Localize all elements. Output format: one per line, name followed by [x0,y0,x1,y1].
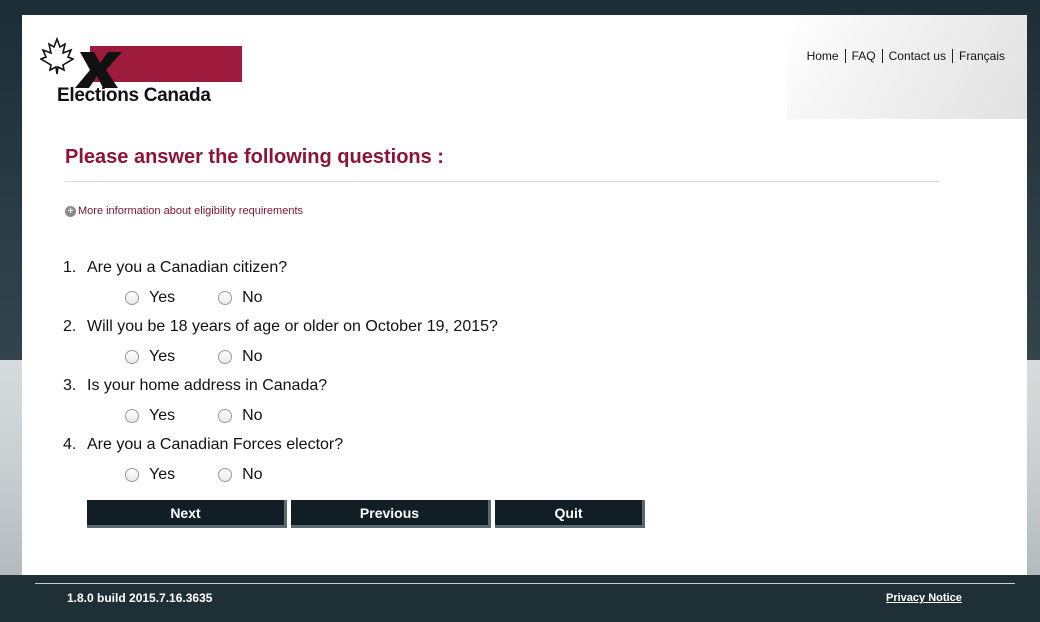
plus-circle-icon: + [65,205,76,217]
question-2: 2. Will you be 18 years of age or older o… [63,318,498,336]
question-text: Will you be 18 years of age or older on … [87,318,498,335]
option-no[interactable]: No [218,289,263,307]
option-label: No [242,289,263,306]
option-yes[interactable]: Yes [125,289,175,307]
option-no[interactable]: No [218,348,263,366]
page-title: Please answer the following questions : [65,146,444,168]
quit-button[interactable]: Quit [495,500,645,528]
option-label: Yes [149,289,176,306]
nav-francais[interactable]: Français [953,49,1011,63]
option-label: Yes [149,407,176,424]
radio-yes[interactable] [125,468,139,482]
maple-leaf-icon [40,37,74,75]
more-info-label: More information about eligibility requi… [78,205,303,217]
elections-canada-logo[interactable]: Elections Canada [40,37,245,109]
question-3: 3. Is your home address in Canada? [63,377,327,395]
question-4: 4. Are you a Canadian Forces elector? [63,436,343,454]
option-yes[interactable]: Yes [125,407,175,425]
question-text: Is your home address in Canada? [87,377,328,394]
previous-button[interactable]: Previous [291,500,491,528]
next-button[interactable]: Next [87,500,287,528]
radio-no[interactable] [218,291,233,305]
option-label: No [242,466,263,483]
question-number: 1. [63,259,77,276]
question-1-options: Yes No [125,289,306,307]
radio-yes[interactable] [125,350,139,364]
question-3-options: Yes No [125,407,306,425]
nav-home[interactable]: Home [801,49,845,63]
question-text: Are you a Canadian Forces elector? [87,436,344,453]
radio-no[interactable] [218,409,233,423]
more-info-link[interactable]: + More information about eligibility req… [65,205,303,217]
option-no[interactable]: No [218,466,263,484]
question-text: Are you a Canadian citizen? [87,259,288,276]
nav-faq[interactable]: FAQ [846,49,882,63]
privacy-notice-link[interactable]: Privacy Notice [886,592,962,604]
footer-divider [35,583,1015,584]
option-label: Yes [149,348,176,365]
nav-contact-us[interactable]: Contact us [883,49,952,63]
radio-yes[interactable] [125,291,139,305]
radio-yes[interactable] [125,409,139,423]
option-no[interactable]: No [218,407,263,425]
top-navigation: Home FAQ Contact us Français [801,49,1011,63]
question-number: 4. [63,436,77,453]
option-label: No [242,348,263,365]
option-yes[interactable]: Yes [125,348,175,366]
question-number: 2. [63,318,77,335]
header-leaf-decoration [787,15,1027,119]
question-2-options: Yes No [125,348,306,366]
title-divider [65,181,940,182]
question-1: 1. Are you a Canadian citizen? [63,259,287,277]
logo-text: Elections Canada [57,85,211,106]
question-4-options: Yes No [125,466,306,484]
option-yes[interactable]: Yes [125,466,175,484]
option-label: Yes [149,466,176,483]
radio-no[interactable] [218,350,233,364]
option-label: No [242,407,263,424]
radio-no[interactable] [218,468,233,482]
build-version: 1.8.0 build 2015.7.16.3635 [67,591,213,605]
question-number: 3. [63,377,77,394]
